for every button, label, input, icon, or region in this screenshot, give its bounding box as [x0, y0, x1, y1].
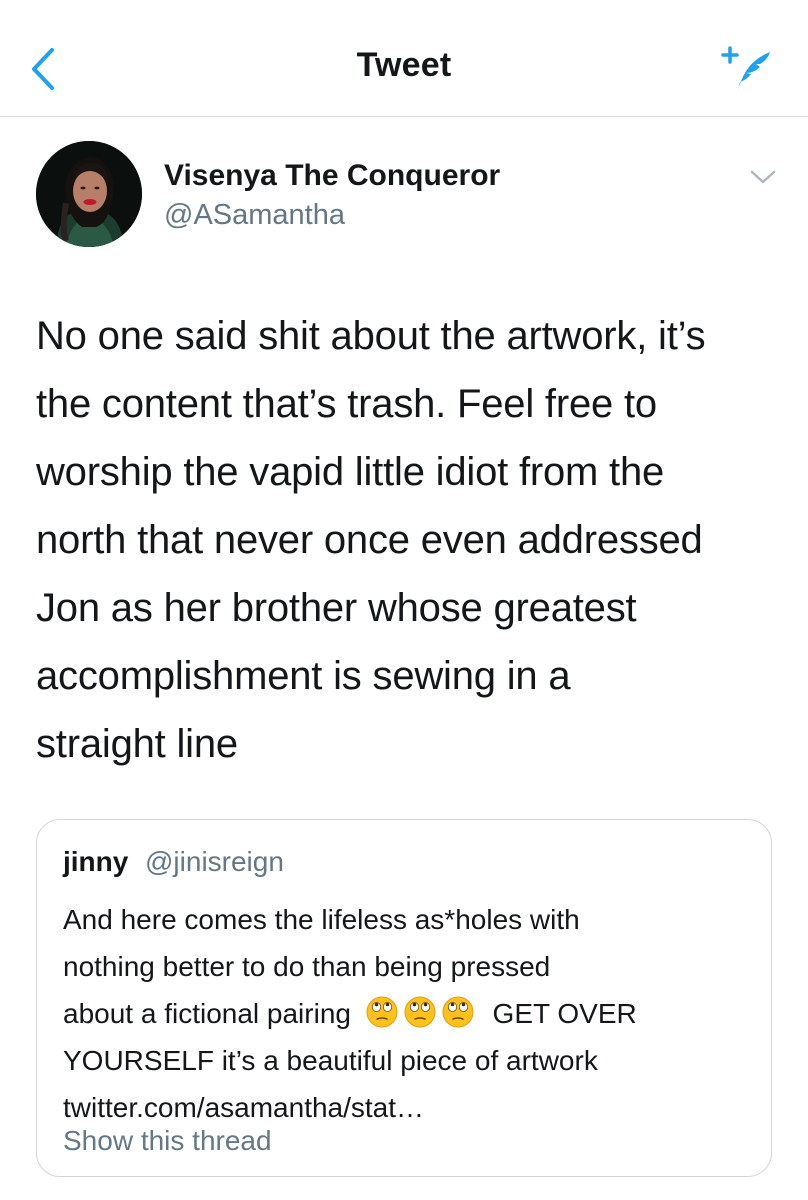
tweet-text-line: straight line: [36, 722, 238, 766]
compose-tweet-icon: [721, 46, 770, 90]
tweet-text-line: accomplishment is sewing in a: [36, 654, 571, 698]
chevron-down-icon: [750, 170, 776, 184]
quoted-text-line: And here comes the lifeless as*holes wit…: [63, 904, 580, 935]
face-with-rolling-eyes-icon: [366, 996, 398, 1028]
quoted-tweet-card[interactable]: jinny @jinisreign And here comes the lif…: [36, 819, 772, 1177]
tweet-options-button[interactable]: [748, 166, 778, 188]
quoted-author-handle: @jinisreign: [145, 846, 284, 877]
tweet-body: No one said shit about the artwork, it’s…: [36, 302, 781, 778]
face-with-rolling-eyes-icon: [442, 996, 474, 1028]
tweet-text-line: the content that’s trash. Feel free to: [36, 382, 657, 426]
tweet-text-line: Jon as her brother whose greatest: [36, 586, 637, 630]
quoted-text-segment: GET OVER: [492, 998, 637, 1029]
quoted-text-line: nothing better to do than being pressed: [63, 951, 551, 982]
tweet-text-line: No one said shit about the artwork, it’s: [36, 314, 706, 358]
page-title: Tweet: [356, 46, 452, 84]
quoted-author-name: jinny: [63, 846, 129, 877]
emoji-group: [365, 990, 479, 1037]
tweet-text-line: north that never once even addressed: [36, 518, 703, 562]
avatar[interactable]: [36, 141, 142, 247]
tweet-text-line: worship the vapid little idiot from the: [36, 450, 665, 494]
top-nav-bar: Tweet: [0, 0, 808, 117]
show-thread-link[interactable]: Show this thread: [63, 1125, 272, 1157]
quoted-text-segment: about a fictional pairing: [63, 998, 351, 1029]
quoted-text-line: YOURSELF it’s a beautiful piece of artwo…: [63, 1045, 598, 1076]
profile-photo: [36, 141, 142, 247]
quoted-text-line: about a fictional pairing GET OVER: [63, 990, 753, 1037]
compose-button[interactable]: [718, 40, 774, 96]
quoted-tweet-link[interactable]: twitter.com/asamantha/stat…: [63, 1084, 753, 1131]
face-with-rolling-eyes-icon: [404, 996, 436, 1028]
quoted-tweet-body: And here comes the lifeless as*holes wit…: [63, 896, 753, 1131]
author-display-name[interactable]: Visenya The Conqueror: [164, 159, 500, 193]
author-handle[interactable]: @ASamantha: [164, 199, 345, 232]
